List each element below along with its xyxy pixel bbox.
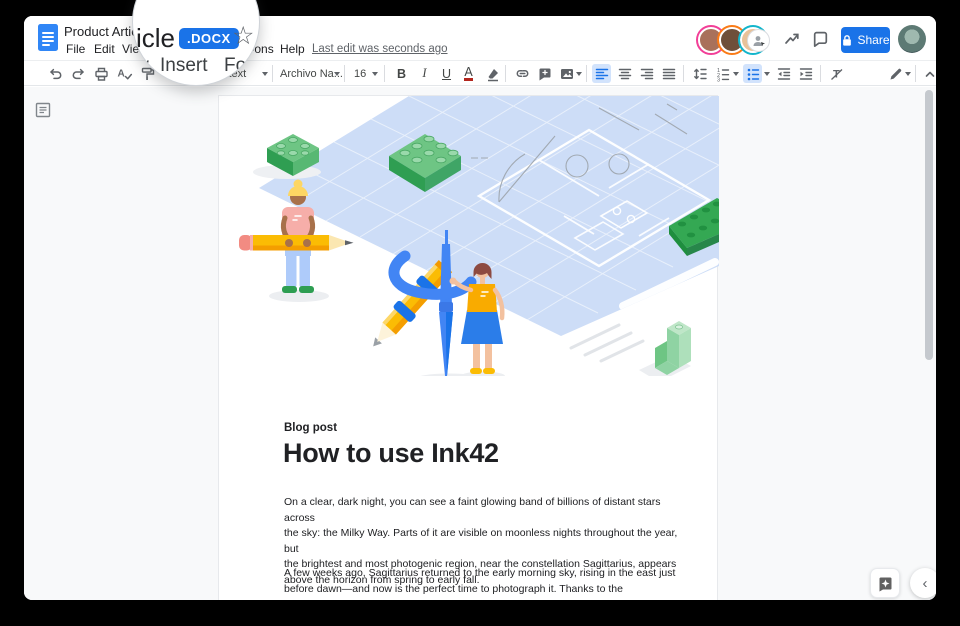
increase-indent-button[interactable] <box>796 64 815 83</box>
italic-button[interactable]: I <box>415 64 434 83</box>
styles-dropdown-arrow[interactable] <box>262 72 268 76</box>
menu-help[interactable]: Help <box>280 42 305 56</box>
svg-text:A: A <box>118 69 125 80</box>
align-justify-button[interactable] <box>659 64 678 83</box>
spellcheck-button[interactable]: A <box>115 64 134 83</box>
activity-trend-icon[interactable] <box>782 29 802 49</box>
undo-button[interactable] <box>46 64 65 83</box>
lens-menu-partial: w <box>135 55 149 77</box>
show-outline-button[interactable] <box>35 102 51 118</box>
editing-mode-arrow[interactable] <box>905 72 911 76</box>
lens-star-icon: ☆ <box>232 21 254 51</box>
lens-menu-format-fragment: Form <box>224 55 260 77</box>
open-comments-icon[interactable] <box>810 29 830 49</box>
document-canvas: Blog post How to use Ink42 On a clear, d… <box>24 87 936 600</box>
line-spacing-button[interactable] <box>690 64 709 83</box>
insert-image-button[interactable] <box>557 64 576 83</box>
document-page[interactable]: Blog post How to use Ink42 On a clear, d… <box>218 95 718 600</box>
insert-link-button[interactable] <box>513 64 532 83</box>
print-button[interactable] <box>92 64 111 83</box>
lens-menu-insert: Insert <box>160 55 208 77</box>
explore-button[interactable] <box>870 568 900 598</box>
anonymous-viewer-avatar[interactable] <box>747 29 770 52</box>
insert-image-arrow[interactable] <box>576 72 582 76</box>
chevron-left-icon: ‹ <box>923 575 928 592</box>
redo-button[interactable] <box>69 64 88 83</box>
lens-title-fragment: icle <box>136 23 175 54</box>
bulleted-list-arrow[interactable] <box>764 72 770 76</box>
highlight-color-button[interactable] <box>483 64 502 83</box>
font-size-dropdown[interactable]: 16 <box>354 64 366 83</box>
font-size-arrow[interactable] <box>372 72 378 76</box>
underline-button[interactable]: U <box>437 64 456 83</box>
add-comment-button[interactable] <box>535 64 554 83</box>
numbered-list-arrow[interactable] <box>733 72 739 76</box>
post-kicker: Blog post <box>284 422 337 434</box>
giant-pencil-horizontal <box>239 235 354 251</box>
collapse-toolbar-button[interactable] <box>920 64 936 83</box>
explore-icon <box>877 575 894 592</box>
share-label: Share <box>857 33 889 47</box>
align-center-button[interactable] <box>615 64 634 83</box>
font-family-arrow[interactable] <box>334 72 340 76</box>
svg-text:3: 3 <box>717 77 720 82</box>
text-color-button[interactable]: A <box>459 64 478 83</box>
screenshot-stage: Product Article .DOCX ☆ File Edit View I… <box>0 0 960 626</box>
lens-docx-badge: .DOCX <box>179 28 239 49</box>
menu-edit[interactable]: Edit <box>94 42 115 56</box>
side-panel-toggle[interactable]: ‹ <box>910 568 936 598</box>
clear-formatting-button[interactable]: T <box>827 64 846 83</box>
bulleted-list-button[interactable] <box>743 64 762 83</box>
editing-mode-button[interactable] <box>886 64 905 83</box>
lock-icon <box>841 34 853 47</box>
align-right-button[interactable] <box>637 64 656 83</box>
google-docs-window: Product Article .DOCX ☆ File Edit View I… <box>24 16 936 600</box>
person-cursor-icon <box>752 34 766 48</box>
menu-file[interactable]: File <box>66 42 85 56</box>
bold-button[interactable]: B <box>392 64 411 83</box>
decrease-indent-button[interactable] <box>774 64 793 83</box>
post-title: How to use Ink42 <box>283 438 499 469</box>
paragraph-2: A few weeks ago, Sagittarius returned to… <box>284 566 684 597</box>
person-left-shadow <box>269 290 329 302</box>
share-button[interactable]: Share <box>841 27 890 53</box>
numbered-list-button[interactable]: 123 <box>713 64 732 83</box>
blueprint-illustration <box>219 96 719 376</box>
last-edit-link[interactable]: Last edit was seconds ago <box>312 43 448 55</box>
profile-avatar[interactable] <box>898 25 926 53</box>
align-left-button[interactable] <box>592 64 611 83</box>
vertical-scrollbar[interactable] <box>925 90 933 360</box>
